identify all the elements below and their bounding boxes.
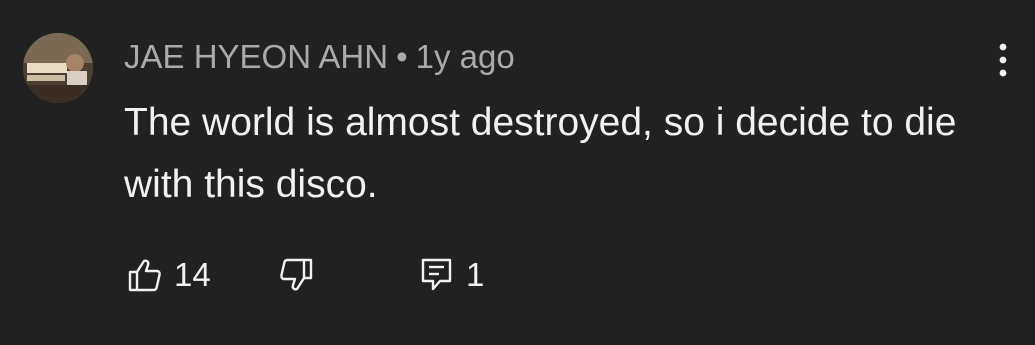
more-vert-icon <box>999 43 1007 77</box>
thumb-up-icon <box>128 259 161 292</box>
reply-button[interactable]: 1 <box>420 253 484 297</box>
more-options-button[interactable] <box>988 40 1018 80</box>
avatar[interactable] <box>23 33 93 103</box>
meta-separator: • <box>396 38 408 75</box>
reply-icon <box>421 258 452 291</box>
comment-time: 1y ago <box>415 38 515 75</box>
comment-item: JAE HYEON AHN • 1y ago The world is almost… <box>0 0 1035 345</box>
reply-count: 1 <box>466 256 485 293</box>
avatar-image <box>23 33 93 103</box>
like-count: 14 <box>174 256 211 293</box>
author-name[interactable]: JAE HYEON AHN <box>124 38 388 75</box>
comment-text: The world is almost destroyed, so i deci… <box>124 101 957 206</box>
like-button[interactable]: 14 <box>128 253 211 297</box>
dislike-button[interactable] <box>279 253 313 297</box>
comment-header: JAE HYEON AHN • 1y ago <box>124 37 515 77</box>
thumb-down-icon <box>280 258 313 291</box>
comment-actions: 14 1 <box>124 253 724 297</box>
